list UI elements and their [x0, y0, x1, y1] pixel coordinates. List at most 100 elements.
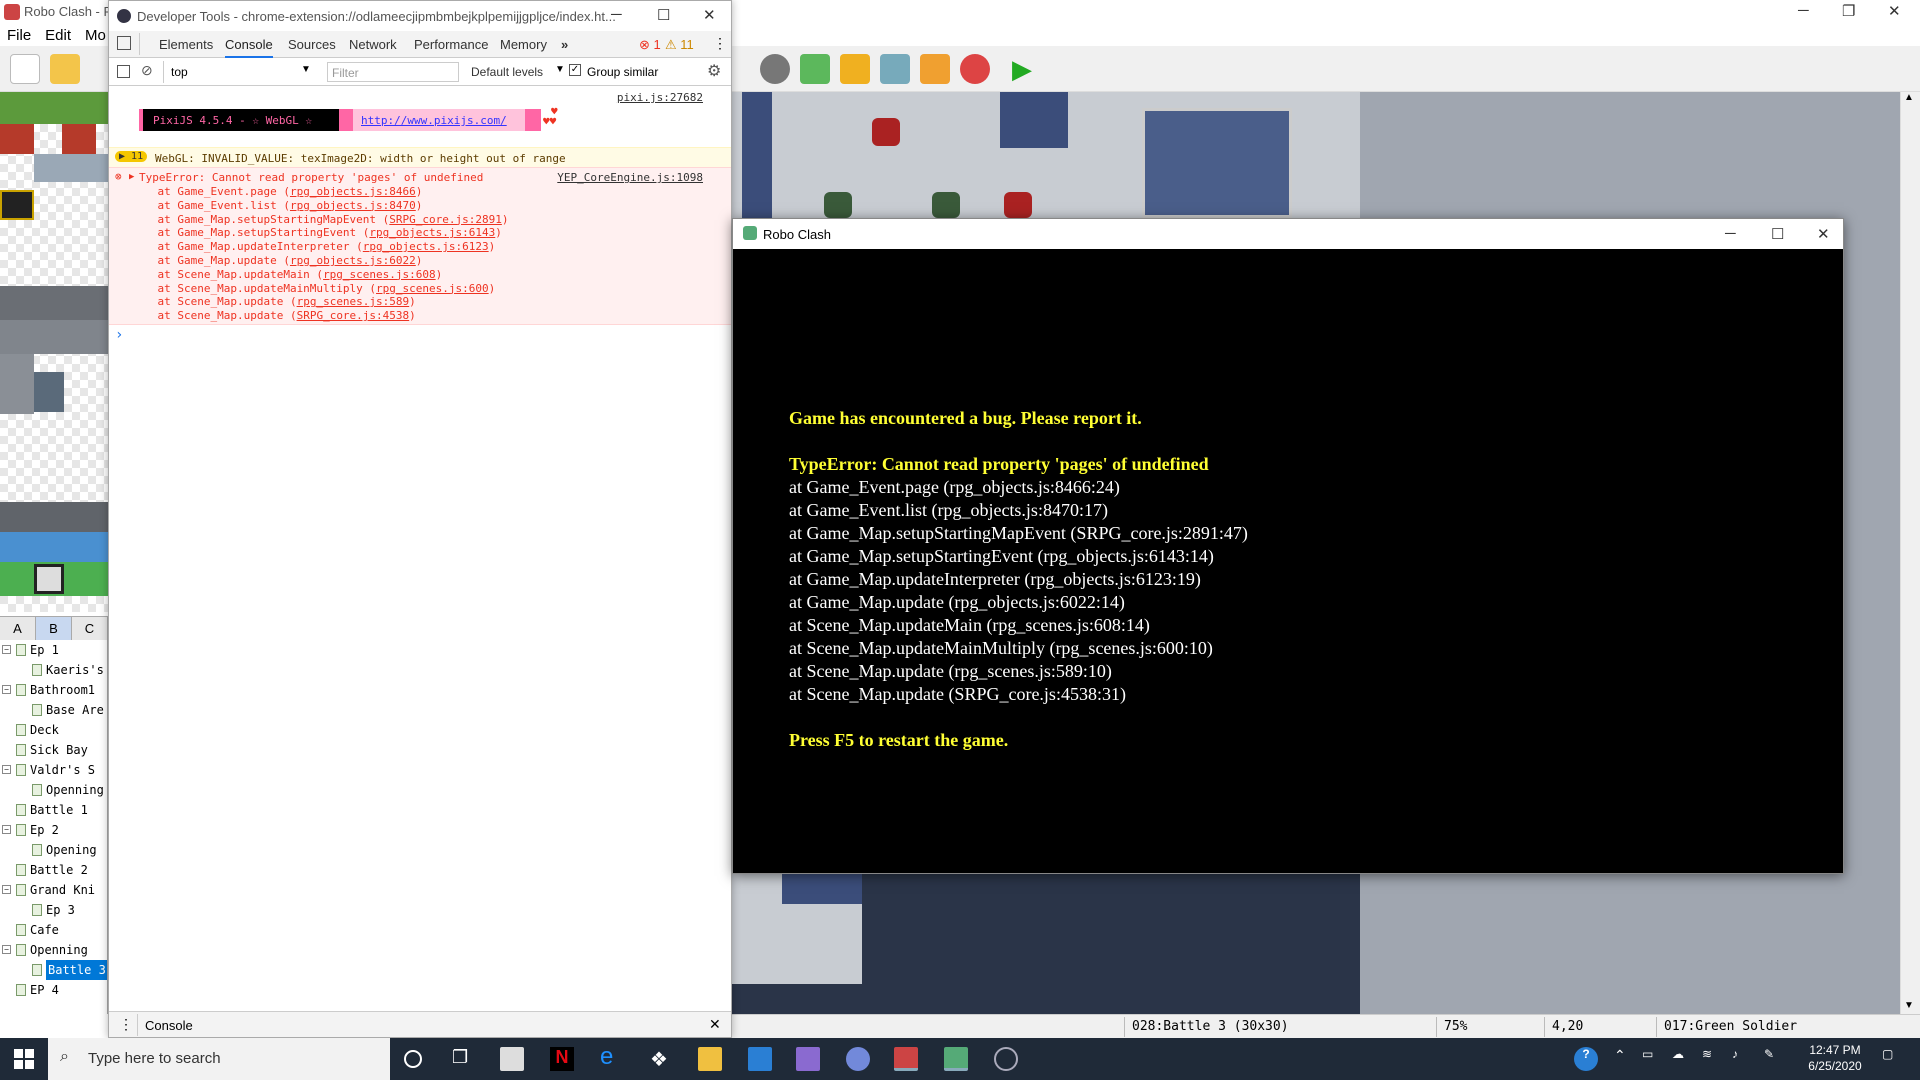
menu-edit[interactable]: Edit [38, 27, 78, 44]
playtest-icon[interactable]: ▶ [1012, 54, 1042, 84]
minimize-icon[interactable]: ─ [1725, 225, 1736, 242]
map-tree[interactable]: − Ep 1 Kaeris's − Bathroom1 Base Are Deck Sick … [0, 640, 108, 1014]
rpgmaker-icon[interactable] [894, 1047, 918, 1071]
map-tree-item[interactable]: Sick Bay [0, 740, 107, 760]
pixi-url-link[interactable]: http://www.pixijs.com/ [353, 109, 525, 131]
green-soldier-sprite[interactable] [932, 192, 960, 218]
tab-network[interactable]: Network [349, 37, 397, 52]
red-robot-sprite[interactable] [1004, 192, 1032, 218]
taskbar-search[interactable]: ⌕ Type here to search [48, 1038, 390, 1080]
help-icon[interactable]: ? [1574, 1047, 1598, 1071]
chevron-down-icon[interactable]: ▼ [301, 64, 311, 75]
map-tree-item[interactable]: − Openning [0, 940, 107, 960]
battery-icon[interactable]: ▭ [1642, 1047, 1666, 1071]
water-tile[interactable] [0, 532, 108, 562]
stack-location-link[interactable]: rpg_scenes.js:589 [297, 295, 410, 308]
dropbox-icon[interactable]: ❖ [650, 1047, 674, 1071]
tab-elements[interactable]: Elements [159, 37, 213, 52]
character-generator-icon[interactable] [960, 54, 990, 84]
game-taskbar-icon[interactable] [944, 1047, 968, 1071]
close-icon[interactable]: ✕ [703, 6, 716, 24]
more-tabs-icon[interactable]: » [561, 37, 568, 52]
close-icon[interactable]: ✕ [1817, 225, 1830, 243]
stack-location-link[interactable]: rpg_objects.js:8470 [290, 199, 416, 212]
unity-icon[interactable] [994, 1047, 1018, 1071]
stack-location-link[interactable]: rpg_scenes.js:600 [376, 282, 489, 295]
stack-location-link[interactable]: rpg_objects.js:6143 [369, 226, 495, 239]
minimize-icon[interactable]: ─ [1798, 2, 1809, 19]
map-tree-item[interactable]: − Ep 2 [0, 820, 107, 840]
tile-selection[interactable] [34, 564, 64, 594]
clock[interactable]: 12:47 PM 6/25/2020 [1800, 1042, 1870, 1074]
close-drawer-icon[interactable]: ✕ [709, 1016, 721, 1033]
hazard-tile[interactable] [0, 190, 34, 220]
inspect-element-icon[interactable] [117, 36, 131, 50]
database-gear-icon[interactable] [760, 54, 790, 84]
collapse-toggle-icon[interactable]: − [2, 945, 11, 954]
store-icon[interactable] [500, 1047, 524, 1071]
edge-icon[interactable]: e [600, 1045, 624, 1071]
stack-location-link[interactable]: rpg_objects.js:6022 [290, 254, 416, 267]
shelf-tile[interactable] [34, 372, 64, 412]
map-tree-item[interactable]: EP 4 [0, 980, 107, 1000]
kebab-menu-icon[interactable]: ⋮ [713, 35, 727, 52]
maximize-icon[interactable]: ☐ [1771, 225, 1784, 243]
error-count-badge[interactable]: ⊗ 1 [639, 37, 661, 53]
carpet-tile[interactable] [62, 124, 96, 154]
tab-memory[interactable]: Memory [500, 37, 547, 52]
map-vertical-scrollbar[interactable]: ▲ ▼ [1900, 92, 1920, 1014]
restore-icon[interactable]: ❐ [1842, 2, 1855, 20]
stack-location-link[interactable]: rpg_scenes.js:608 [323, 268, 436, 281]
filter-input-box[interactable]: Filter [327, 62, 459, 82]
filter-input[interactable]: Filter [332, 66, 359, 80]
map-tree-item[interactable]: Ep 3 [0, 900, 107, 920]
map-tree-item[interactable]: − Valdr's S [0, 760, 107, 780]
error-source-link[interactable]: YEP_CoreEngine.js:1098 [557, 171, 703, 184]
event-searcher-icon[interactable] [880, 54, 910, 84]
pixi-source-link[interactable]: pixi.js:27682 [617, 91, 703, 104]
plugin-manager-icon[interactable] [800, 54, 830, 84]
close-icon[interactable]: ✕ [1888, 2, 1901, 20]
tab-sources[interactable]: Sources [288, 37, 336, 52]
stack-location-link[interactable]: rpg_objects.js:6123 [363, 240, 489, 253]
collapse-toggle-icon[interactable]: − [2, 885, 11, 894]
warning-count-badge[interactable]: ⚠ 11 [665, 37, 694, 53]
map-tree-item[interactable]: Openning [0, 780, 107, 800]
map-tree-item[interactable]: Opening [0, 840, 107, 860]
tileset-tab-c[interactable]: C [72, 617, 108, 640]
open-project-icon[interactable] [50, 54, 80, 84]
context-select[interactable]: top [171, 65, 188, 79]
door-tile[interactable] [0, 354, 34, 414]
map-tree-item[interactable]: − Grand Kni [0, 880, 107, 900]
map-tree-item[interactable]: − Ep 1 [0, 640, 107, 660]
collapse-toggle-icon[interactable]: − [2, 685, 11, 694]
chevron-down-icon[interactable]: ▼ [555, 64, 565, 75]
machine-tile[interactable] [0, 320, 108, 354]
task-view-icon[interactable]: ❐ [452, 1047, 476, 1071]
floor-tile[interactable] [0, 502, 108, 532]
collapse-toggle-icon[interactable]: − [2, 645, 11, 654]
green-soldier-sprite[interactable] [824, 192, 852, 218]
map-tree-item[interactable]: Battle 3 [0, 960, 107, 980]
netflix-icon[interactable]: N [550, 1047, 574, 1071]
pen-icon[interactable]: ✎ [1764, 1047, 1788, 1071]
tab-performance[interactable]: Performance [414, 37, 488, 52]
expand-triangle-icon[interactable]: ▶ [129, 172, 134, 182]
tileset-palette[interactable] [0, 92, 108, 612]
map-tree-item[interactable]: − Bathroom1 [0, 680, 107, 700]
notifications-icon[interactable]: ▢ [1882, 1047, 1906, 1071]
stack-location-link[interactable]: rpg_objects.js:8466 [290, 185, 416, 198]
red-robot-sprite[interactable] [872, 118, 900, 146]
grass-tile[interactable] [0, 92, 108, 124]
map-tree-item[interactable]: Base Are [0, 700, 107, 720]
wifi-icon[interactable]: ≋ [1702, 1047, 1726, 1071]
new-project-icon[interactable] [10, 54, 40, 84]
minimize-icon[interactable]: ─ [611, 6, 622, 23]
metal-tile[interactable] [34, 154, 108, 182]
wall-tile[interactable] [0, 286, 108, 320]
tileset-tab-a[interactable]: A [0, 617, 36, 640]
windows-start-icon[interactable] [14, 1049, 34, 1069]
tray-chevron-icon[interactable]: ⌃ [1614, 1047, 1638, 1071]
map-tree-item[interactable]: Kaeris's [0, 660, 107, 680]
console-settings-icon[interactable]: ⚙ [707, 61, 721, 81]
